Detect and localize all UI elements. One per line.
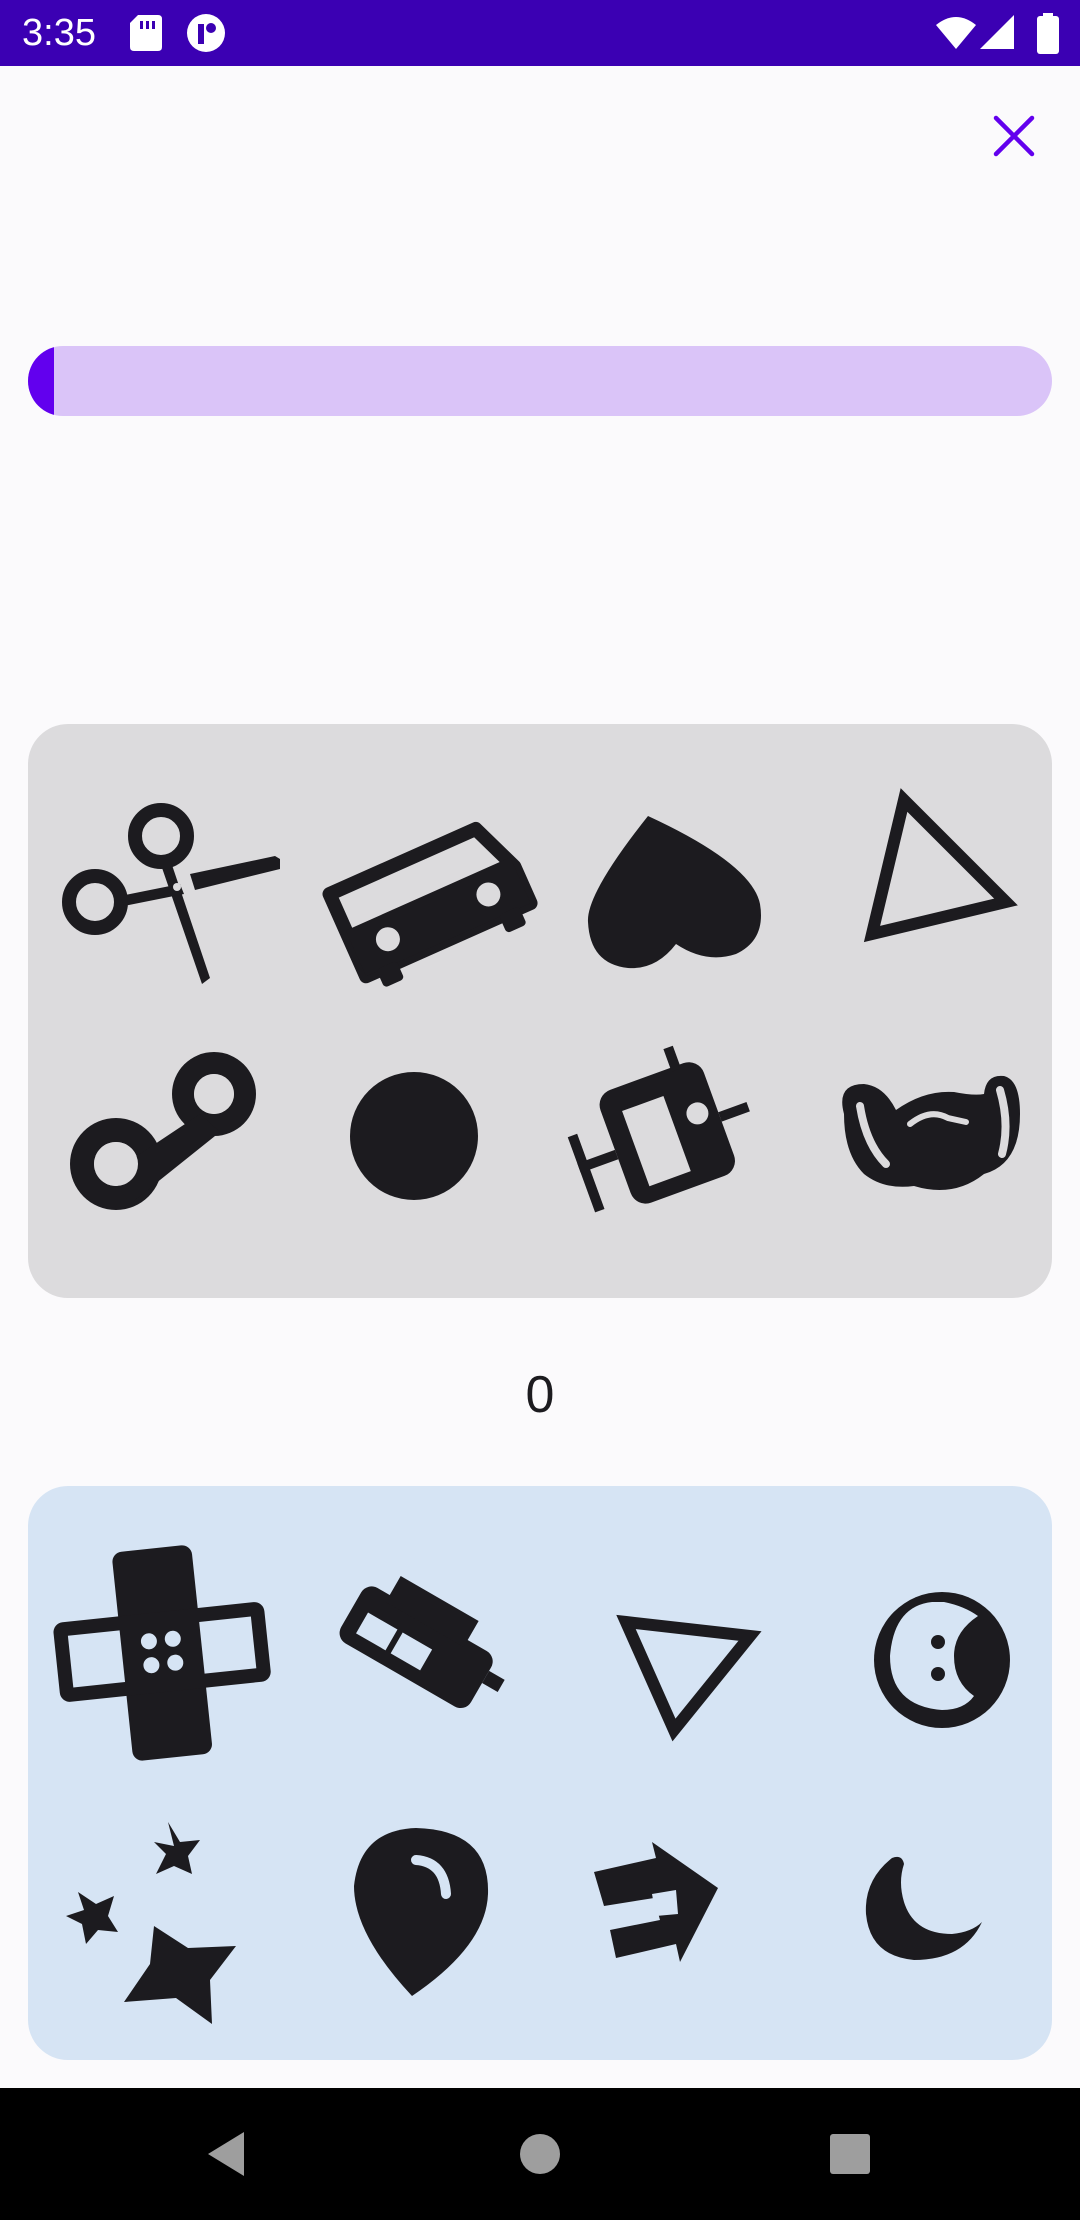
status-time: 3:35: [22, 12, 96, 54]
bandage-icon: [53, 1545, 271, 1761]
tile-sparkles[interactable]: [40, 1776, 280, 2036]
progress-bar: [28, 346, 1052, 416]
sd-card-icon: [130, 15, 162, 51]
home-icon: [520, 2134, 560, 2174]
triangle-outline-icon: [863, 788, 1018, 943]
home-button[interactable]: [504, 2118, 576, 2190]
tile-moon[interactable]: [814, 1776, 1054, 2036]
tile-face[interactable]: [814, 1506, 1054, 1766]
battery-icon: [1037, 13, 1059, 54]
tile-car[interactable]: [298, 744, 538, 1004]
score-counter: 0: [525, 1366, 555, 1424]
tile-arrow[interactable]: [556, 1776, 796, 2036]
status-bar: 3:35: [0, 0, 1080, 66]
wifi-icon: [936, 17, 976, 49]
tile-handshake[interactable]: [814, 1014, 1054, 1274]
tile-bandage[interactable]: [40, 1506, 280, 1766]
tile-balloon[interactable]: [298, 1776, 538, 2036]
sparkles-icon: [66, 1822, 236, 2024]
close-button[interactable]: [978, 100, 1050, 172]
car-icon: [322, 821, 538, 987]
tile-reel[interactable]: [40, 1014, 280, 1274]
back-icon: [208, 2132, 244, 2176]
triangle-outline-icon: [616, 1614, 762, 1742]
top-icon-panel: [28, 724, 1052, 1298]
circle-icon: [350, 1072, 478, 1200]
robot-icon: [567, 1045, 750, 1213]
tile-triangle[interactable]: [814, 744, 1054, 1004]
app-notification-icon: [187, 14, 225, 52]
recents-button[interactable]: [814, 2118, 886, 2190]
bottom-icon-panel: [28, 1486, 1052, 2060]
heart-icon: [587, 816, 761, 969]
progress-fill: [28, 346, 54, 416]
tile-robot[interactable]: [556, 1014, 796, 1274]
tile-circle[interactable]: [298, 1014, 538, 1274]
moon-icon: [865, 1856, 982, 1960]
tile-triangle-2[interactable]: [556, 1506, 796, 1766]
reel-icon: [70, 1052, 256, 1210]
navigation-bar: [0, 2088, 1080, 2220]
tile-car-tilted[interactable]: [298, 1506, 538, 1766]
car-tilted-icon: [339, 1575, 505, 1709]
close-icon: [993, 115, 1035, 157]
tile-scissors[interactable]: [40, 744, 280, 1004]
recents-icon: [830, 2134, 870, 2174]
back-button[interactable]: [192, 2118, 264, 2190]
tile-heart[interactable]: [556, 744, 796, 1004]
cellular-signal-icon: [980, 15, 1014, 49]
handshake-icon: [842, 1075, 1020, 1190]
scissors-icon: [62, 803, 280, 984]
arrow-icon: [594, 1842, 718, 1962]
face-icon: [874, 1592, 1010, 1728]
balloon-icon: [354, 1828, 489, 1996]
